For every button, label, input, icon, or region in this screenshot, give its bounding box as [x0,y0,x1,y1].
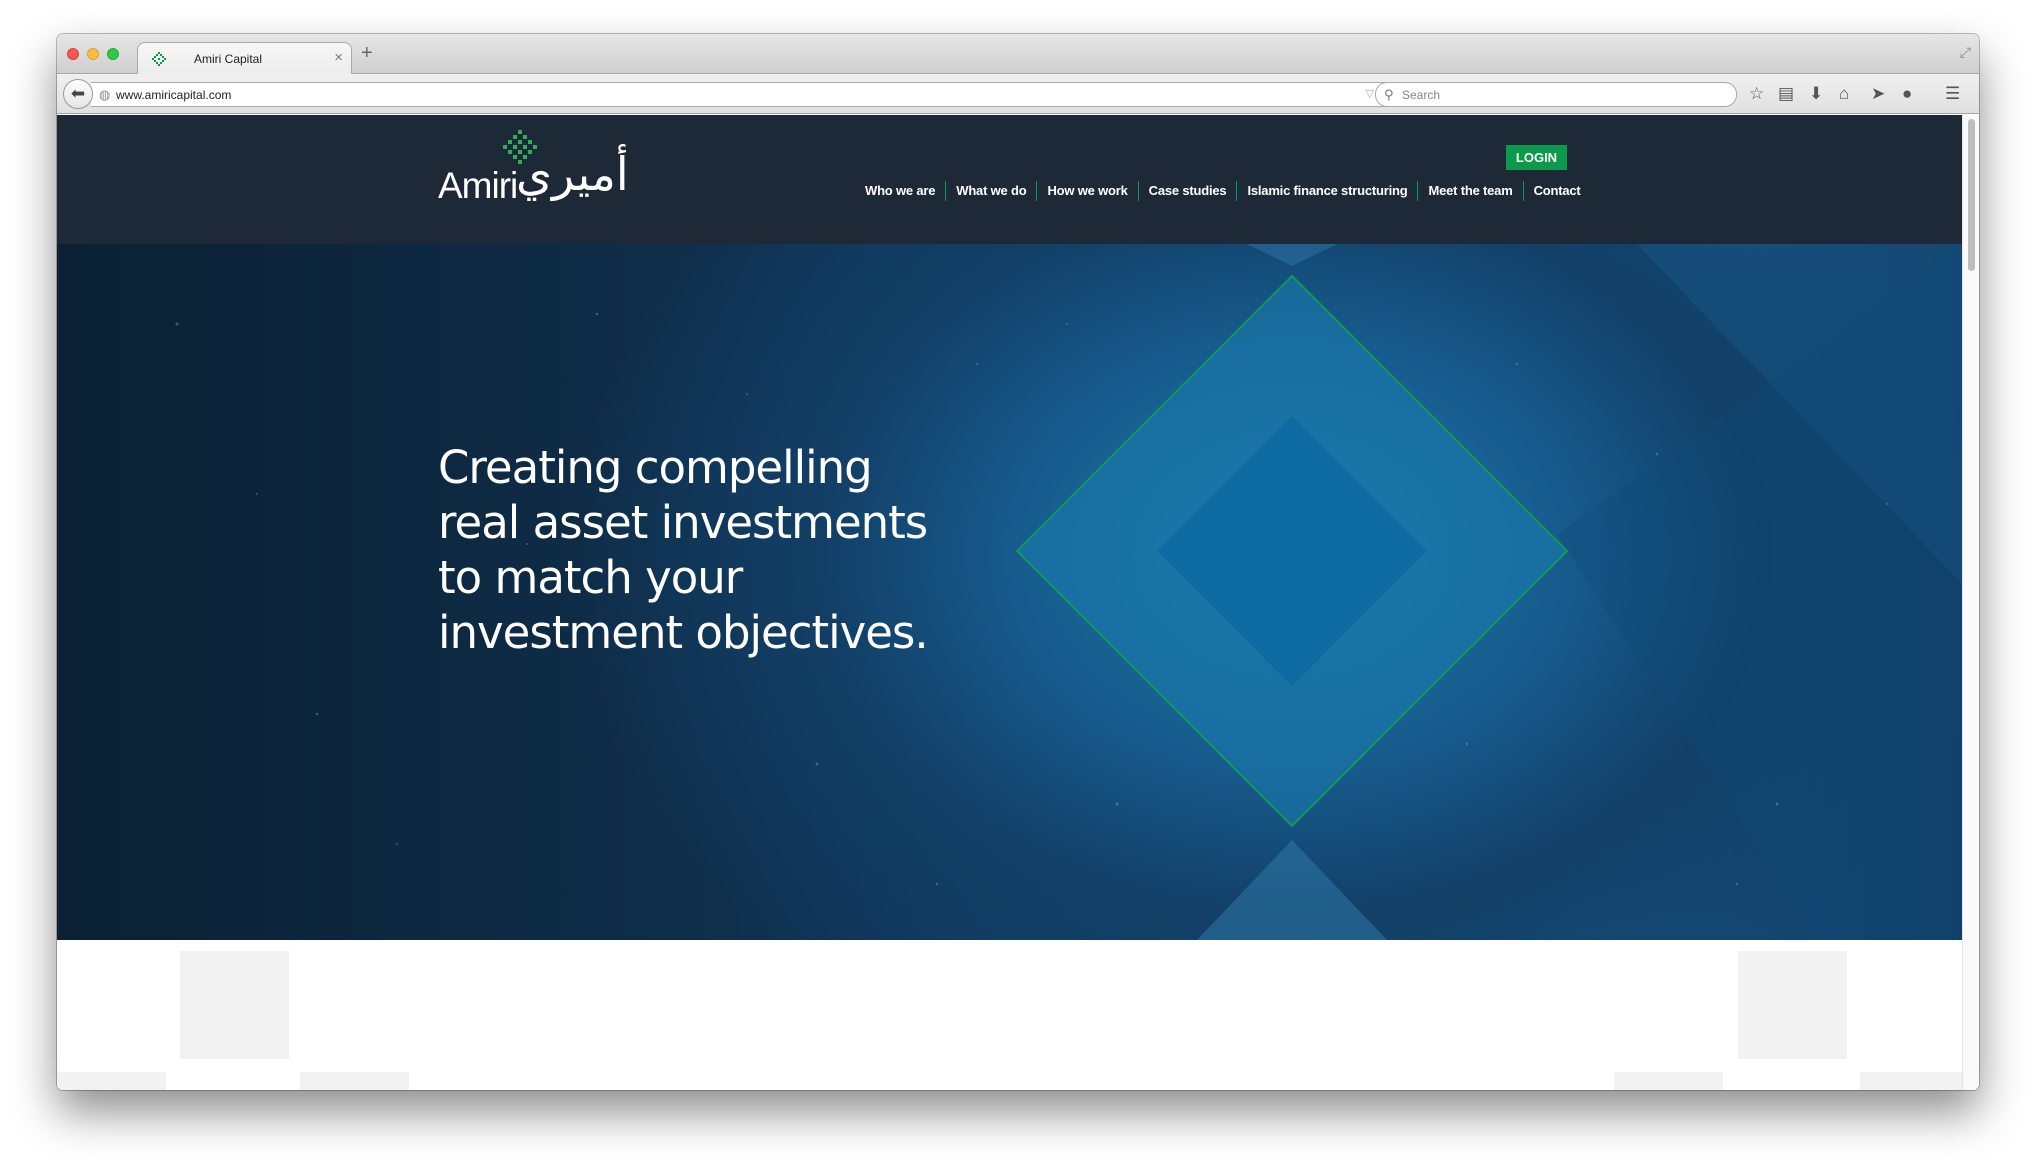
nav-item-meet-the-team[interactable]: Meet the team [1417,181,1522,201]
nav-item-contact[interactable]: Contact [1522,181,1591,201]
placeholder-tile [57,1072,166,1090]
send-icon[interactable]: ➤ [1871,84,1885,104]
site-logo[interactable]: Amiri أميري [438,129,629,219]
nav-item-who-we-are[interactable]: Who we are [855,181,945,201]
download-icon[interactable]: ⬇ [1809,84,1823,104]
placeholder-tile [1614,1072,1723,1090]
logo-text: Amiri [438,165,518,206]
menu-icon[interactable]: ☰ [1945,84,1960,104]
placeholder-tile [300,1072,409,1090]
login-button[interactable]: LOGIN [1506,145,1567,170]
site-header: Amiri أميري LOGIN Who we are What we do … [57,115,1962,244]
chat-icon[interactable]: ● [1902,84,1912,104]
bookmark-star-icon[interactable]: ☆ [1749,84,1764,104]
minimize-window-button[interactable] [87,48,99,60]
globe-icon: ◍ [99,87,111,102]
tab-amiri-capital[interactable]: Amiri Capital × [137,42,352,75]
logo-arabic-text: أميري [516,147,629,201]
content-section [57,940,1962,1090]
fullscreen-icon[interactable]: ⤢ [1960,44,1971,61]
close-window-button[interactable] [67,48,79,60]
main-navigation: Who we are What we do How we work Case s… [855,181,1591,201]
url-text[interactable]: www.amiricapital.com [116,88,231,102]
hero-diamond-graphic [175,244,1962,940]
placeholder-tile [1860,1072,1962,1090]
url-history-dropdown-icon[interactable]: ▽ [1366,87,1374,100]
tab-close-icon[interactable]: × [334,49,343,66]
tab-strip: Amiri Capital × + ⤢ [57,34,1979,75]
nav-item-case-studies[interactable]: Case studies [1137,181,1237,201]
search-input[interactable]: ⚲ Search [1375,82,1737,107]
search-placeholder: Search [1402,88,1441,102]
page-scrollbar[interactable] [1962,115,1979,1090]
favicon-icon [152,52,166,66]
back-arrow-icon: ⬅ [70,84,86,103]
new-tab-button[interactable]: + [361,42,373,65]
scrollbar-thumb[interactable] [1968,119,1975,271]
placeholder-tile [180,951,289,1059]
page-viewport: Amiri أميري LOGIN Who we are What we do … [57,115,1962,1090]
browser-window: Amiri Capital × + ⤢ ◍ www.amiricapital.c… [57,34,1979,1090]
nav-item-how-we-work[interactable]: How we work [1036,181,1137,201]
hero-banner: Creating compelling real asset investmen… [57,244,1962,940]
placeholder-tile [1738,951,1847,1059]
hero-heading: Creating compelling real asset investmen… [438,441,929,659]
reading-list-icon[interactable]: ▤ [1778,84,1794,104]
home-icon[interactable]: ⌂ [1839,84,1849,104]
nav-item-islamic-finance-structuring[interactable]: Islamic finance structuring [1236,181,1417,201]
tab-title: Amiri Capital [194,52,263,66]
url-bar[interactable]: ◍ www.amiricapital.com ▽ ↻ [91,82,1401,107]
navigation-toolbar: ◍ www.amiricapital.com ▽ ↻ ⬅ ⚲ Search ☆ … [57,74,1979,114]
nav-item-what-we-do[interactable]: What we do [945,181,1036,201]
zoom-window-button[interactable] [107,48,119,60]
search-icon: ⚲ [1384,87,1394,102]
back-button[interactable]: ⬅ [63,79,93,109]
